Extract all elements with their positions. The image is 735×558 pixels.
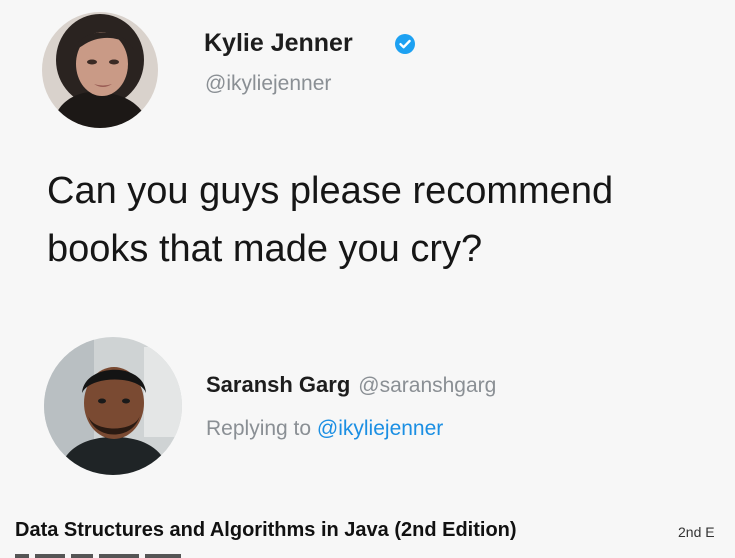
kylie-avatar[interactable] <box>42 12 158 128</box>
book-title[interactable]: Data Structures and Algorithms in Java (… <box>15 519 517 542</box>
tweet-author-handle[interactable]: @ikyliejenner <box>205 72 331 96</box>
cut-off-text-line <box>15 554 181 558</box>
replying-to-label: Replying to <box>206 417 312 440</box>
profile-photo-icon <box>42 12 158 128</box>
tweet-author-name[interactable]: Kylie Jenner <box>204 29 353 58</box>
reply-author-handle[interactable]: @saranshgarg <box>358 374 496 397</box>
profile-photo-icon <box>44 337 182 475</box>
tweet-text-line: books that made you cry? <box>47 228 483 270</box>
reply-author-name[interactable]: Saransh Garg <box>206 372 350 397</box>
replying-to-line: Replying to @ikyliejenner <box>206 417 443 441</box>
meme-screenshot: Kylie Jenner @ikyliejenner Can you guys … <box>0 0 735 558</box>
reply-header: Saransh Garg @saranshgarg <box>206 372 496 398</box>
replying-to-link[interactable]: @ikyliejenner <box>317 417 443 440</box>
book-edition-fragment: 2nd E <box>678 524 715 540</box>
verified-badge-icon <box>395 34 415 54</box>
tweet-text: Can you guys please recommend books that… <box>47 162 727 278</box>
tweet-text-line: Can you guys please recommend <box>47 170 614 212</box>
saransh-avatar[interactable] <box>44 337 182 475</box>
